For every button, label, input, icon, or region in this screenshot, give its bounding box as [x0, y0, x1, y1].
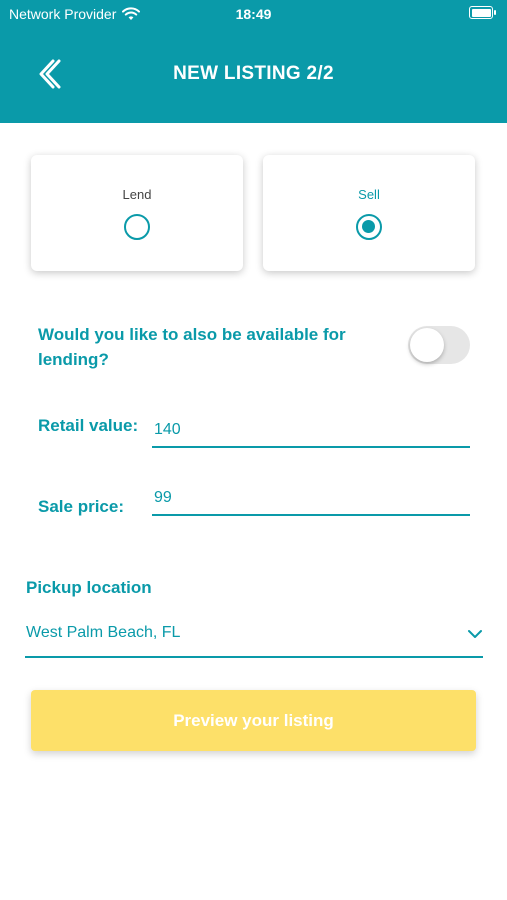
retail-value-label: Retail value:	[38, 416, 139, 435]
sell-option-card[interactable]: Sell	[263, 155, 475, 271]
lend-option-card[interactable]: Lend	[31, 155, 243, 271]
pickup-location-select[interactable]: West Palm Beach, FL	[25, 618, 483, 658]
radio-selected-dot	[362, 220, 375, 233]
preview-listing-button[interactable]: Preview your listing	[31, 690, 476, 751]
toggle-knob	[410, 328, 444, 362]
retail-value-input[interactable]	[152, 414, 470, 448]
lend-option-label: Lend	[122, 187, 152, 202]
lending-toggle[interactable]	[408, 326, 470, 364]
pickup-location-label: Pickup location	[26, 578, 152, 597]
lending-availability-question: Would you like to also be available for …	[38, 325, 346, 369]
battery-icon	[469, 6, 496, 19]
sell-option-label: Sell	[358, 187, 380, 202]
status-bar: Network Provider 18:49	[0, 0, 507, 28]
sale-price-input[interactable]	[152, 482, 470, 516]
page-title: NEW LISTING 2/2	[173, 63, 334, 84]
sell-radio-button[interactable]	[356, 214, 382, 240]
pickup-location-value: West Palm Beach, FL	[26, 624, 181, 641]
app-header: Network Provider 18:49 NEW LISTING 2/2	[0, 0, 507, 123]
chevron-down-icon	[468, 630, 482, 638]
status-time: 18:49	[235, 6, 272, 22]
lend-radio-button[interactable]	[124, 214, 150, 240]
sale-price-label: Sale price:	[38, 497, 124, 516]
